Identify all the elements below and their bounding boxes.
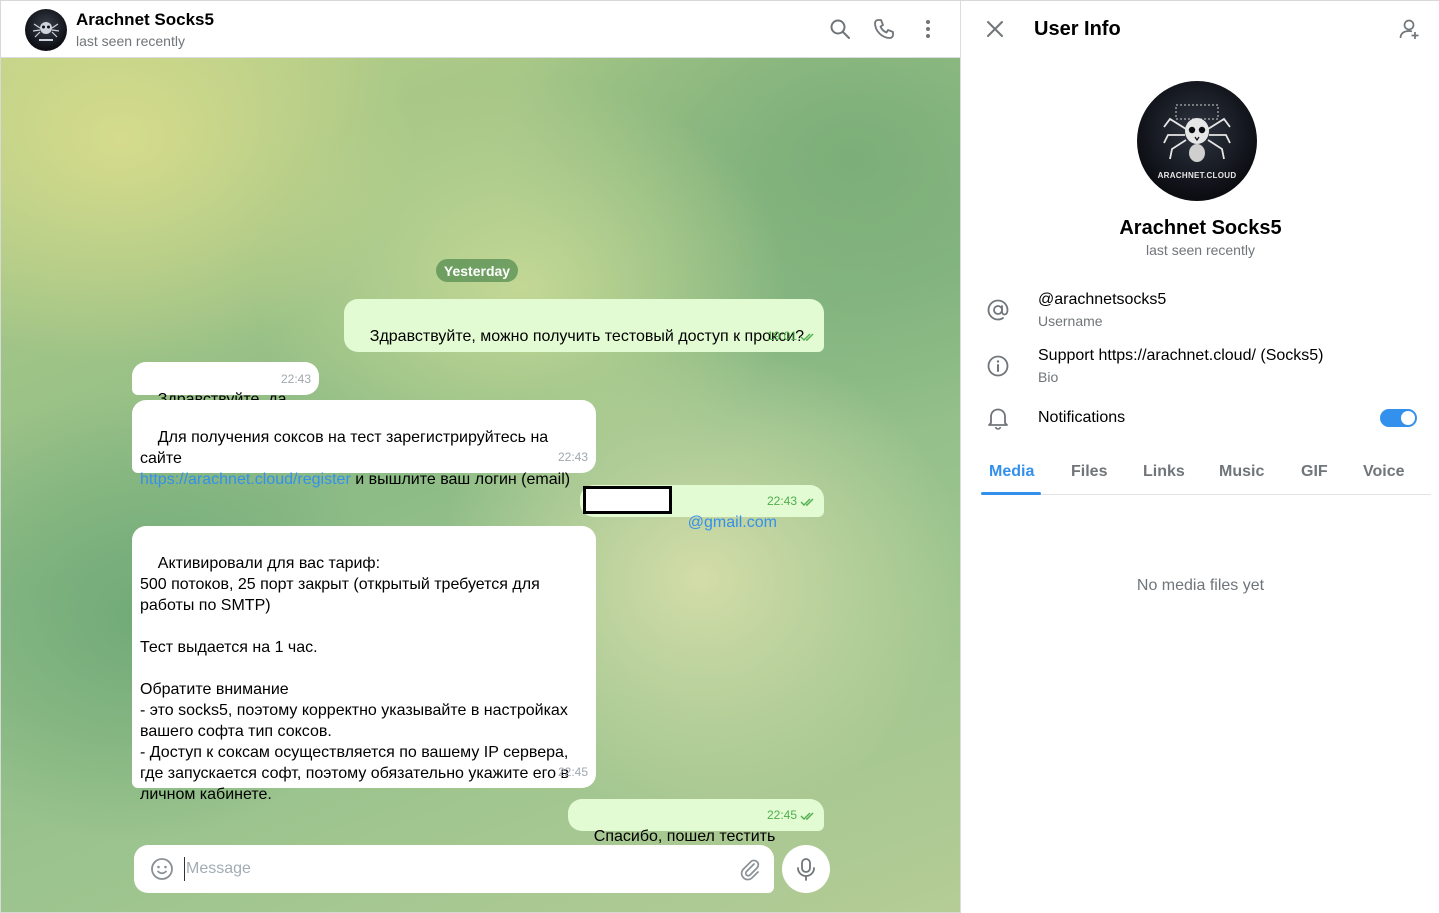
bio-row[interactable]: Support https://arachnet.cloud/ (Socks5)… (961, 343, 1439, 393)
tab-voice[interactable]: Voice (1363, 463, 1405, 481)
add-contact-icon[interactable] (1397, 17, 1421, 46)
tab-links[interactable]: Links (1143, 463, 1185, 481)
bio-label: Bio (1038, 369, 1059, 385)
spider-logo-icon (32, 22, 60, 41)
message-bubble-incoming[interactable]: Активировали для вас тариф: 500 потоков,… (132, 526, 596, 803)
message-composer (134, 845, 774, 893)
tab-gif[interactable]: GIF (1301, 463, 1328, 481)
message-time: 22:45 (767, 805, 816, 826)
message-text: Для получения соксов на тест зарегистрир… (140, 429, 553, 467)
profile-avatar[interactable]: ARACHNET.CLOUD (1137, 81, 1257, 201)
double-check-icon (800, 812, 814, 820)
message-time: 22:43 (767, 491, 816, 512)
voice-record-button[interactable] (782, 845, 830, 893)
message-time: 22:45 (557, 765, 588, 779)
message-bubble-outgoing[interactable]: Здравствуйте, можно получить тестовый до… (344, 299, 824, 352)
message-bubble-incoming[interactable]: Для получения соксов на тест зарегистрир… (132, 400, 596, 488)
spider-logo-icon (1163, 104, 1231, 162)
tab-media[interactable]: Media (989, 463, 1034, 481)
chat-status: last seen recently (76, 33, 185, 49)
avatar[interactable] (25, 9, 67, 51)
notifications-label: Notifications (1038, 409, 1126, 426)
avatar-logo-text: ARACHNET.CLOUD (1157, 170, 1237, 180)
at-sign-icon (985, 297, 1011, 323)
redaction-box (583, 486, 672, 514)
attach-icon[interactable] (738, 857, 762, 886)
message-time: 22:43 (280, 372, 311, 386)
profile-name: Arachnet Socks5 (1119, 217, 1282, 239)
double-check-icon (800, 333, 814, 341)
message-bubble-incoming[interactable]: Здравствуйте, да 22:43 (132, 362, 319, 408)
chat-pane: Arachnet Socks5 last seen recently Yeste… (0, 0, 960, 913)
emoji-icon[interactable] (150, 857, 174, 886)
message-text: Здравствуйте, можно получить тестовый до… (369, 328, 805, 345)
user-info-panel: User Info ARACHNET.CLOUD Arachnet Socks5… (960, 0, 1439, 913)
empty-media-message: No media files yet (1136, 577, 1265, 594)
phone-icon[interactable] (872, 17, 896, 41)
message-time: 22:43 (557, 450, 588, 464)
search-icon[interactable] (828, 17, 852, 41)
double-check-icon (800, 498, 814, 506)
email-link[interactable]: @gmail.com (688, 514, 777, 531)
notifications-toggle[interactable] (1380, 409, 1417, 427)
username-label: Username (1038, 313, 1103, 329)
date-separator: Yesterday (436, 259, 518, 282)
message-text: Спасибо, пошел тестить (593, 828, 776, 845)
media-tabs: Media Files Links Music GIF Voice (981, 453, 1431, 495)
profile-status: last seen recently (1146, 242, 1255, 258)
bio-value: Support https://arachnet.cloud/ (Socks5) (1038, 347, 1324, 364)
bell-icon (985, 405, 1011, 431)
info-icon (985, 353, 1011, 379)
register-link[interactable]: https://arachnet.cloud/register (140, 471, 351, 488)
tab-files[interactable]: Files (1071, 463, 1107, 481)
more-menu-icon[interactable] (916, 17, 940, 41)
message-bubble-outgoing[interactable]: Спасибо, пошел тестить 22:45 (568, 799, 824, 845)
message-input[interactable] (184, 857, 724, 881)
microphone-icon (797, 858, 815, 881)
close-icon[interactable] (985, 19, 1005, 44)
panel-title: User Info (1034, 18, 1121, 40)
active-tab-indicator (981, 492, 1041, 495)
chat-title[interactable]: Arachnet Socks5 (76, 10, 214, 30)
message-time: 19:01 (767, 326, 816, 347)
tab-music[interactable]: Music (1219, 463, 1264, 481)
message-text: Активировали для вас тариф: 500 потоков,… (140, 555, 570, 803)
username-row[interactable]: @arachnetsocks5 Username (961, 287, 1439, 337)
notifications-row[interactable]: Notifications (961, 401, 1439, 437)
username-value: @arachnetsocks5 (1038, 291, 1167, 308)
message-text: и вышлите ваш логин (email) (350, 471, 571, 488)
chat-header: Arachnet Socks5 last seen recently (1, 1, 960, 58)
